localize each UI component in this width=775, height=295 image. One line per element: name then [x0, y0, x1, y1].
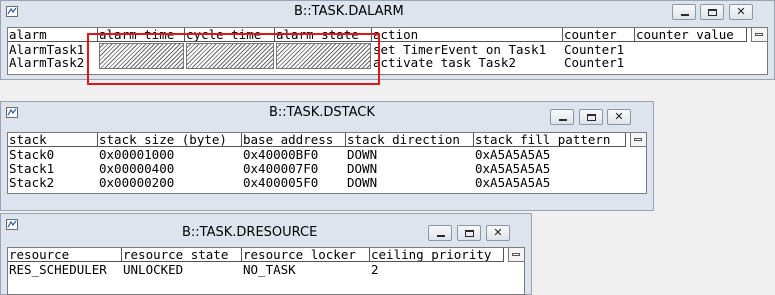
- fill-pattern-cell: 0xA5A5A5A5: [475, 148, 551, 162]
- trace32-window-icon[interactable]: [6, 6, 18, 17]
- base-address-cell: 0x400007F0: [243, 162, 319, 176]
- column-header-resource-locker[interactable]: resource locker: [242, 248, 370, 262]
- table-row[interactable]: Stack2 0x00000200 0x400005F0 DOWN 0xA5A5…: [8, 176, 628, 190]
- action-cell: activate task Task2: [373, 56, 516, 70]
- resource-locker-cell: NO_TASK: [243, 263, 296, 277]
- stack-direction-cell: DOWN: [347, 148, 378, 162]
- trace32-window-icon[interactable]: [6, 107, 18, 118]
- maximize-icon: [587, 114, 596, 121]
- column-header-resource[interactable]: resource: [8, 248, 122, 262]
- dresource-scrollbar[interactable]: [508, 248, 524, 262]
- close-icon: ✕: [493, 226, 503, 239]
- stack-direction-cell: DOWN: [347, 176, 378, 190]
- counter-cell: Counter1: [564, 43, 625, 57]
- column-header-action[interactable]: action: [372, 28, 563, 42]
- dstack-minimize-button[interactable]: [550, 109, 574, 125]
- table-row[interactable]: AlarmTask2: [9, 56, 84, 70]
- minimize-icon: [681, 14, 689, 16]
- dstack-maximize-button[interactable]: [579, 109, 603, 125]
- stack-name-cell: Stack2: [9, 176, 55, 190]
- stack-name-cell: Stack0: [9, 148, 55, 162]
- column-header-base-address[interactable]: base address: [242, 133, 346, 147]
- dstack-close-button[interactable]: ✕: [607, 109, 631, 125]
- dresource-window: B::TASK.DRESOURCE ✕ resource resource st…: [0, 213, 532, 295]
- stack-size-cell: 0x00001000: [99, 148, 175, 162]
- table-row[interactable]: Stack1 0x00000400 0x400007F0 DOWN 0xA5A5…: [8, 162, 628, 176]
- dalarm-minimize-button[interactable]: [672, 4, 696, 20]
- table-row[interactable]: Stack0 0x00001000 0x40000BF0 DOWN 0xA5A5…: [8, 148, 628, 162]
- trace32-window-icon[interactable]: [6, 219, 18, 230]
- resource-name-cell: RES_SCHEDULER: [9, 263, 107, 277]
- column-header-counter[interactable]: counter: [563, 28, 635, 42]
- stack-name-cell: Stack1: [9, 162, 55, 176]
- dalarm-close-button[interactable]: ✕: [729, 4, 753, 20]
- maximize-icon: [708, 9, 717, 16]
- minimize-icon: [559, 119, 567, 121]
- dstack-title: B::TASK.DSTACK: [269, 105, 375, 120]
- maximize-icon: [465, 230, 474, 237]
- dalarm-scrollbar[interactable]: [751, 28, 767, 42]
- resource-state-cell: UNLOCKED: [123, 263, 184, 277]
- stack-direction-cell: DOWN: [347, 162, 378, 176]
- action-cell: set TimerEvent on Task1: [373, 43, 547, 57]
- close-icon: ✕: [614, 110, 624, 123]
- stack-size-cell: 0x00000200: [99, 176, 175, 190]
- column-header-stack-fill-pattern[interactable]: stack fill pattern: [474, 133, 626, 147]
- dstack-titlebar[interactable]: B::TASK.DSTACK ✕: [1, 102, 653, 125]
- minimize-icon: [437, 235, 445, 237]
- dresource-maximize-button[interactable]: [457, 225, 481, 241]
- column-header-ceiling-priority[interactable]: ceiling priority: [370, 248, 504, 262]
- table-row[interactable]: RES_SCHEDULER UNLOCKED NO_TASK 2: [8, 263, 508, 277]
- dstack-scrollbar[interactable]: [630, 133, 646, 147]
- dalarm-title: B::TASK.DALARM: [294, 4, 404, 19]
- fill-pattern-cell: 0xA5A5A5A5: [475, 162, 551, 176]
- dresource-minimize-button[interactable]: [428, 225, 452, 241]
- column-header-stack[interactable]: stack: [8, 133, 98, 147]
- highlight-rectangle: [87, 33, 380, 85]
- dstack-table: stack stack size (byte) base address sta…: [7, 132, 647, 194]
- column-header-stack-direction[interactable]: stack direction: [346, 133, 474, 147]
- dalarm-titlebar[interactable]: B::TASK.DALARM ✕: [1, 1, 774, 23]
- fill-pattern-cell: 0xA5A5A5A5: [475, 176, 551, 190]
- dalarm-maximize-button[interactable]: [700, 4, 724, 20]
- column-header-alarm[interactable]: alarm: [8, 28, 98, 42]
- dalarm-window: B::TASK.DALARM ✕ alarm alarm time cycle …: [0, 0, 775, 85]
- dresource-close-button[interactable]: ✕: [486, 225, 510, 241]
- close-icon: ✕: [736, 5, 746, 18]
- column-header-resource-state[interactable]: resource state: [122, 248, 242, 262]
- counter-cell: Counter1: [564, 56, 625, 70]
- dresource-table: resource resource state resource locker …: [7, 247, 525, 295]
- dstack-window: B::TASK.DSTACK ✕ stack stack size (byte)…: [0, 101, 654, 211]
- base-address-cell: 0x40000BF0: [243, 148, 319, 162]
- dresource-title: B::TASK.DRESOURCE: [182, 225, 318, 240]
- column-header-stack-size[interactable]: stack size (byte): [98, 133, 242, 147]
- column-header-counter-value[interactable]: counter value: [635, 28, 747, 42]
- base-address-cell: 0x400005F0: [243, 176, 319, 190]
- table-row[interactable]: AlarmTask1: [9, 43, 84, 57]
- stack-size-cell: 0x00000400: [99, 162, 175, 176]
- dresource-titlebar[interactable]: B::TASK.DRESOURCE ✕: [1, 214, 531, 241]
- ceiling-priority-cell: 2: [371, 263, 379, 277]
